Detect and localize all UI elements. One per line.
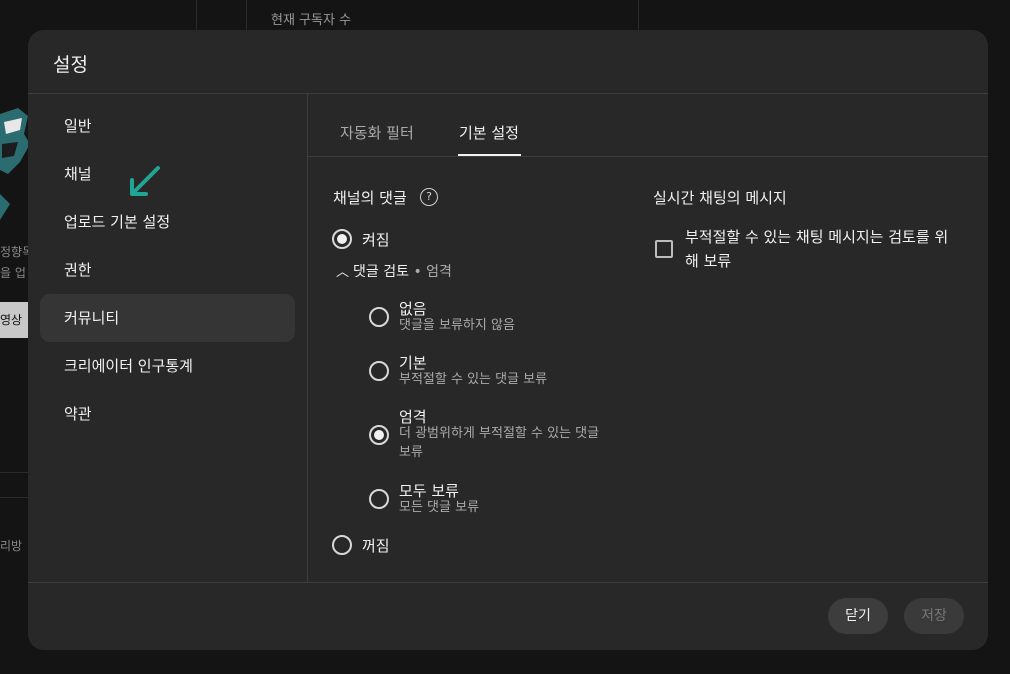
sidebar-item-general[interactable]: 일반: [40, 102, 295, 150]
sidebar-item-label: 채널: [64, 165, 92, 183]
comments-on-label: 켜짐: [362, 231, 390, 249]
save-button[interactable]: 저장: [904, 598, 964, 634]
help-icon[interactable]: ?: [420, 188, 438, 206]
sidebar-item-creator-demographics[interactable]: 크리에이터 인구통계: [40, 342, 295, 390]
bg-thumbnail-image: [0, 108, 30, 220]
bg-column-divider: [638, 0, 639, 30]
bg-column-divider: [246, 0, 247, 30]
header-divider: [28, 93, 988, 94]
comments-off-label: 꺼짐: [362, 537, 390, 555]
sidebar-item-community[interactable]: 커뮤니티: [40, 294, 295, 342]
sidebar-item-label: 크리에이터 인구통계: [64, 357, 193, 375]
sidebar-item-label: 커뮤니티: [64, 309, 120, 327]
close-button[interactable]: 닫기: [828, 598, 888, 634]
sidebar-item-upload-defaults[interactable]: 업로드 기본 설정: [40, 198, 295, 246]
settings-dialog: 설정 일반 채널 업로드 기본 설정 권한 커뮤니티 크리에이터 인구통계 약관…: [28, 30, 988, 650]
hold-chat-messages-label: 부적절할 수 있는 채팅 메시지는 검토를 위해 보류: [685, 228, 949, 270]
option-none-desc: 댓글을 보류하지 않음: [399, 318, 515, 333]
sidebar-item-label: 약관: [64, 405, 92, 423]
option-hold-all-radio[interactable]: [369, 489, 389, 509]
live-chat-section-title: 실시간 채팅의 메시지: [653, 189, 787, 207]
chevron-up-icon: ︿: [336, 265, 350, 280]
comments-on-radio[interactable]: [332, 229, 352, 249]
tab-automation-filter[interactable]: 자동화 필터: [340, 122, 414, 143]
sidebar-item-label: 일반: [64, 117, 92, 135]
bg-subscriber-count-header: 현재 구독자 수: [271, 13, 352, 28]
tabs-divider: [308, 156, 988, 157]
option-strict-desc: 더 광범위하게 부적절할 수 있는 댓글 보류: [399, 426, 600, 460]
sidebar-item-permissions[interactable]: 권한: [40, 246, 295, 294]
sidebar-divider: [307, 94, 308, 582]
bg-text-fragment: 리방: [0, 539, 23, 553]
comment-review-toggle[interactable]: ︿ 댓글 검토 • 엄격: [336, 261, 452, 281]
comment-review-label: 댓글 검토: [353, 264, 409, 280]
bg-divider: [0, 472, 30, 473]
footer-divider: [28, 582, 988, 583]
tab-defaults[interactable]: 기본 설정: [459, 122, 519, 143]
dialog-title: 설정: [53, 54, 88, 76]
option-strict-radio[interactable]: [369, 425, 389, 445]
option-none-radio[interactable]: [369, 307, 389, 327]
active-tab-indicator: [458, 154, 521, 156]
bg-divider: [0, 497, 30, 498]
arrow-pointer-icon: [130, 166, 160, 196]
sidebar-item-agreements[interactable]: 약관: [40, 390, 295, 438]
comments-section-title: 채널의 댓글: [333, 189, 407, 207]
sidebar-item-label: 권한: [64, 261, 92, 279]
review-separator: •: [413, 264, 422, 280]
option-basic-desc: 부적절할 수 있는 댓글 보류: [399, 372, 548, 387]
hold-chat-messages-checkbox[interactable]: [655, 240, 673, 258]
option-basic-radio[interactable]: [369, 361, 389, 381]
bg-video-button: 영상: [0, 302, 28, 338]
bg-text-fragment: 을 업: [0, 266, 26, 280]
comments-off-radio[interactable]: [332, 535, 352, 555]
sidebar-item-label: 업로드 기본 설정: [64, 213, 171, 231]
review-level-value: 엄격: [426, 264, 452, 280]
option-hold-all-desc: 모든 댓글 보류: [399, 500, 480, 515]
bg-column-divider: [196, 0, 197, 30]
